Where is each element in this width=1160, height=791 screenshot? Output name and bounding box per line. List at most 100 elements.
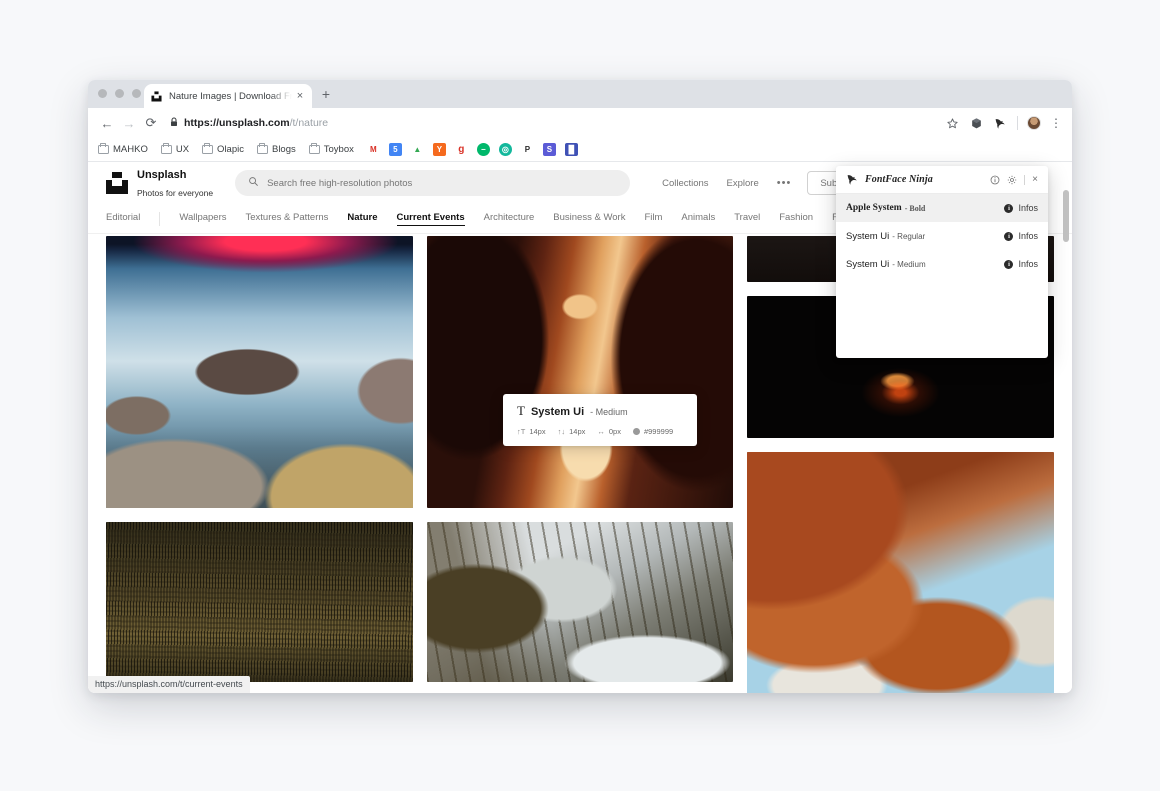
settings-gear-icon[interactable] [1007,175,1017,185]
photo-winter-stream[interactable] [426,522,734,682]
browser-menu-button[interactable]: ⋮ [1050,117,1062,130]
toolbar-divider [1017,116,1018,130]
nav-link-collections[interactable]: Collections [662,178,708,189]
reload-button[interactable]: ⟳ [140,112,162,134]
yahoo-bookmark-icon[interactable]: Y [432,143,446,156]
g-bookmark-icon[interactable]: g [454,143,468,156]
minimize-window-button[interactable] [115,89,124,98]
photo-slot-canyon[interactable] [426,236,734,508]
address-bar[interactable]: https://unsplash.com/t/nature [170,113,939,133]
search-bar[interactable] [235,170,631,196]
toolbar-actions: ⋮ [945,116,1064,131]
ninja-header-divider [1024,174,1026,185]
window-traffic-lights [98,89,141,98]
bookmark-folder-label: MAHKO [113,144,148,155]
p-bookmark-icon[interactable]: P [520,143,534,156]
lock-icon [170,117,178,129]
scrollbar-thumb[interactable] [1063,190,1069,242]
ninja-font-weight: - Medium [892,259,926,269]
extension-box-icon[interactable] [969,116,984,131]
nav-link-explore[interactable]: Explore [727,178,759,189]
bookmark-folder[interactable]: Olapic [202,143,244,155]
category-wallpapers[interactable]: Wallpapers [179,212,226,225]
bookmark-folder[interactable]: Blogs [256,143,296,155]
category-nature[interactable]: Nature [347,212,377,225]
folder-icon [160,143,172,154]
info-icon[interactable] [990,175,1000,185]
category-business-work[interactable]: Business & Work [553,212,625,225]
ninja-panel-header: FontFace Ninja × [836,166,1048,194]
ninja-font-weight: - Bold [904,203,926,213]
ninja-row-actions[interactable]: i Infos [1004,203,1038,213]
tab-title: Nature Images | Download Free [169,90,292,102]
teal-circle-bookmark-icon[interactable]: ◎ [498,143,512,156]
search-icon [248,176,259,190]
calendar-bookmark-icon[interactable]: 5 [388,143,402,156]
close-window-button[interactable] [98,89,107,98]
ninja-infos-label[interactable]: Infos [1018,231,1038,241]
bookmark-folder[interactable]: MAHKO [98,143,148,155]
category-architecture[interactable]: Architecture [484,212,535,225]
ninja-row-actions[interactable]: i Infos [1004,259,1038,269]
category-film[interactable]: Film [644,212,662,225]
site-brand[interactable]: Unsplash Photos for everyone [106,165,213,201]
photo-red-rock-arch[interactable] [747,452,1054,693]
photo-lake-rocks-sunset[interactable] [106,236,413,508]
brand-tagline: Photos for everyone [137,188,214,198]
search-input[interactable] [267,177,618,189]
category-travel[interactable]: Travel [734,212,760,225]
profile-avatar[interactable] [1027,116,1041,130]
bookmark-star-icon[interactable] [945,116,960,131]
info-icon[interactable]: i [1004,231,1014,241]
browser-tab-active[interactable]: Nature Images | Download Free × [144,84,312,108]
font-size-icon: ↑T [517,427,526,436]
ninja-font-row-system-ui-medium[interactable]: System Ui - Medium i Infos [836,250,1048,278]
unsplash-favicon [150,90,163,103]
category-editorial[interactable]: Editorial [106,212,140,225]
back-button[interactable]: ← [96,112,118,134]
category-fashion[interactable]: Fashion [779,212,813,225]
ninja-font-name: Apple System [846,203,902,213]
google-drive-bookmark-icon[interactable]: ▲ [410,143,424,156]
ninja-infos-label[interactable]: Infos [1018,203,1038,213]
ninja-font-row-apple-system-bold[interactable]: Apple System - Bold i Infos [836,194,1048,222]
tab-strip: Nature Images | Download Free × + [88,80,1072,108]
line-height-value: 14px [569,427,586,436]
category-animals[interactable]: Animals [681,212,715,225]
url-path: /t/nature [289,117,329,129]
letter-spacing-metric: ↔ 0px [597,427,621,436]
folder-icon [256,143,268,154]
category-current-events[interactable]: Current Events [396,212,465,226]
new-tab-button[interactable]: + [318,87,334,101]
sketch-bookmark-icon[interactable]: S [542,143,556,156]
bookmark-folder-label: UX [175,144,190,155]
font-size-value: 14px [529,427,546,436]
info-icon[interactable]: i [1004,203,1014,213]
ninja-font-weight: - Regular [892,231,926,241]
bookmarks-bar: MAHKO UX Olapic Blogs Toybox M 5 ▲ Y g −… [88,138,1072,162]
forward-button[interactable]: → [118,112,140,134]
tab-close-button[interactable]: × [294,90,306,102]
maximize-window-button[interactable] [132,89,141,98]
close-icon[interactable]: × [1032,174,1038,185]
blue-app-bookmark-icon[interactable]: █ [564,143,578,156]
page-scrollbar[interactable] [1063,162,1069,693]
ninja-row-actions[interactable]: i Infos [1004,231,1038,241]
font-tooltip-font-weight: - Medium [590,407,628,417]
fontface-ninja-extension-icon[interactable] [993,116,1008,131]
bookmark-folder[interactable]: UX [160,143,190,155]
category-textures-patterns[interactable]: Textures & Patterns [246,212,329,225]
photo-burnt-forest-aerial[interactable] [106,522,413,682]
green-circle-bookmark-icon[interactable]: − [476,143,490,156]
folder-icon [202,143,214,154]
bookmark-folder[interactable]: Toybox [308,143,354,155]
font-inspector-tooltip: T System Ui - Medium ↑T 14px ↑↓ 14px ↔ 0… [503,394,697,446]
ninja-font-row-system-ui-regular[interactable]: System Ui - Regular i Infos [836,222,1048,250]
header-more-button[interactable]: ••• [777,178,792,188]
fontface-ninja-panel: FontFace Ninja × Apple System - Bold i I… [836,166,1048,358]
info-icon[interactable]: i [1004,259,1014,269]
gmail-bookmark-icon[interactable]: M [366,143,380,156]
ninja-infos-label[interactable]: Infos [1018,259,1038,269]
font-tooltip-font-name: System Ui [530,406,585,418]
ninja-panel-actions: × [990,174,1038,185]
